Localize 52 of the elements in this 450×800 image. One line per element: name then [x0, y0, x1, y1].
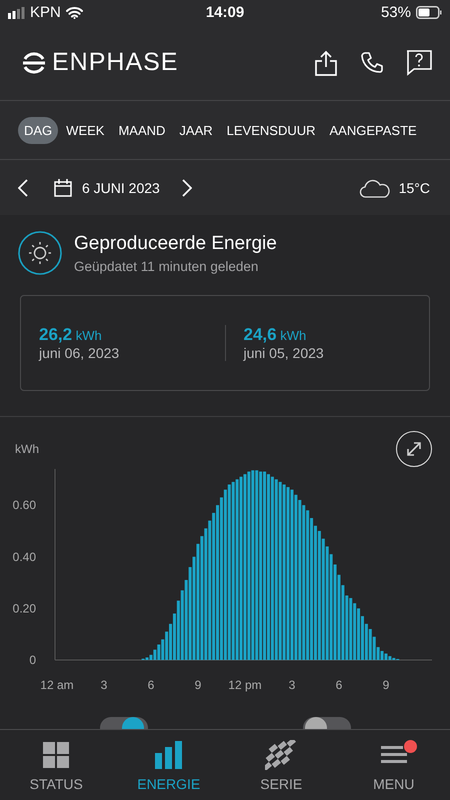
period-tab[interactable]: DAG: [18, 116, 58, 144]
nav-tab[interactable]: STATUS: [0, 730, 112, 800]
share-icon[interactable]: [314, 50, 338, 76]
grid-icon: [43, 742, 70, 768]
total-date: juni 05, 2023: [244, 345, 325, 361]
tick-label: 9: [382, 678, 390, 692]
date-picker[interactable]: 6 JUNI 2023: [54, 178, 160, 196]
tick-label: 0: [29, 653, 36, 667]
logo-text: ENPHASE: [52, 48, 178, 77]
nav-tab[interactable]: MENU: [338, 730, 450, 800]
tick-label: 6: [148, 678, 154, 692]
tick-label: 9: [194, 678, 202, 692]
period-tab[interactable]: JAAR: [173, 116, 219, 144]
clock: 14:09: [206, 4, 244, 21]
wifi-icon: [66, 6, 83, 19]
logo-icon: [22, 52, 46, 74]
menu-icon: [380, 744, 407, 766]
chevron-left-icon[interactable]: [18, 178, 28, 196]
signal-icon: [8, 6, 25, 18]
tick-label: 12 pm: [228, 678, 262, 692]
tick-label: 12 am: [40, 678, 74, 692]
tick-label: 0.40: [12, 550, 36, 564]
period-tab[interactable]: WEEK: [60, 116, 110, 144]
temperature: 15°C: [398, 180, 430, 196]
period-tab[interactable]: LEVENSDUUR: [220, 116, 322, 144]
axis-title: kWh: [15, 442, 39, 456]
energy-total: 24,6 kWh: [244, 325, 308, 345]
chevron-right-icon[interactable]: [182, 178, 192, 196]
period-tab[interactable]: MAAND: [112, 116, 172, 144]
solar-panels-icon: [265, 740, 298, 770]
expand-button[interactable]: [396, 431, 432, 467]
nav-tab[interactable]: SERIE: [225, 730, 338, 800]
nav-tab[interactable]: ENERGIE: [112, 730, 225, 800]
tick-label: 3: [288, 678, 296, 692]
tick-label: 6: [336, 678, 342, 692]
update-time: Geüpdatet 11 minuten geleden: [74, 258, 260, 274]
battery-percent: 53%: [380, 4, 411, 21]
bar-chart-icon: [154, 741, 183, 769]
calendar-icon: [54, 178, 72, 196]
phone-icon[interactable]: [360, 50, 384, 74]
expand-arrows-icon: [405, 440, 423, 458]
tick-label: 0.20: [12, 601, 36, 616]
sun-icon: [18, 231, 62, 275]
period-tab[interactable]: AANGEPASTE: [324, 116, 423, 144]
carrier-name: KPN: [30, 4, 61, 21]
tick-label: 0.60: [12, 498, 36, 512]
help-icon[interactable]: [406, 50, 432, 76]
card-title: Geproduceerde Energie: [74, 232, 277, 254]
energy-total: 26,2 kWh: [39, 325, 103, 345]
tick-label: 3: [100, 678, 108, 692]
total-date: juni 06, 2023: [39, 345, 120, 361]
battery-icon: [416, 6, 442, 19]
